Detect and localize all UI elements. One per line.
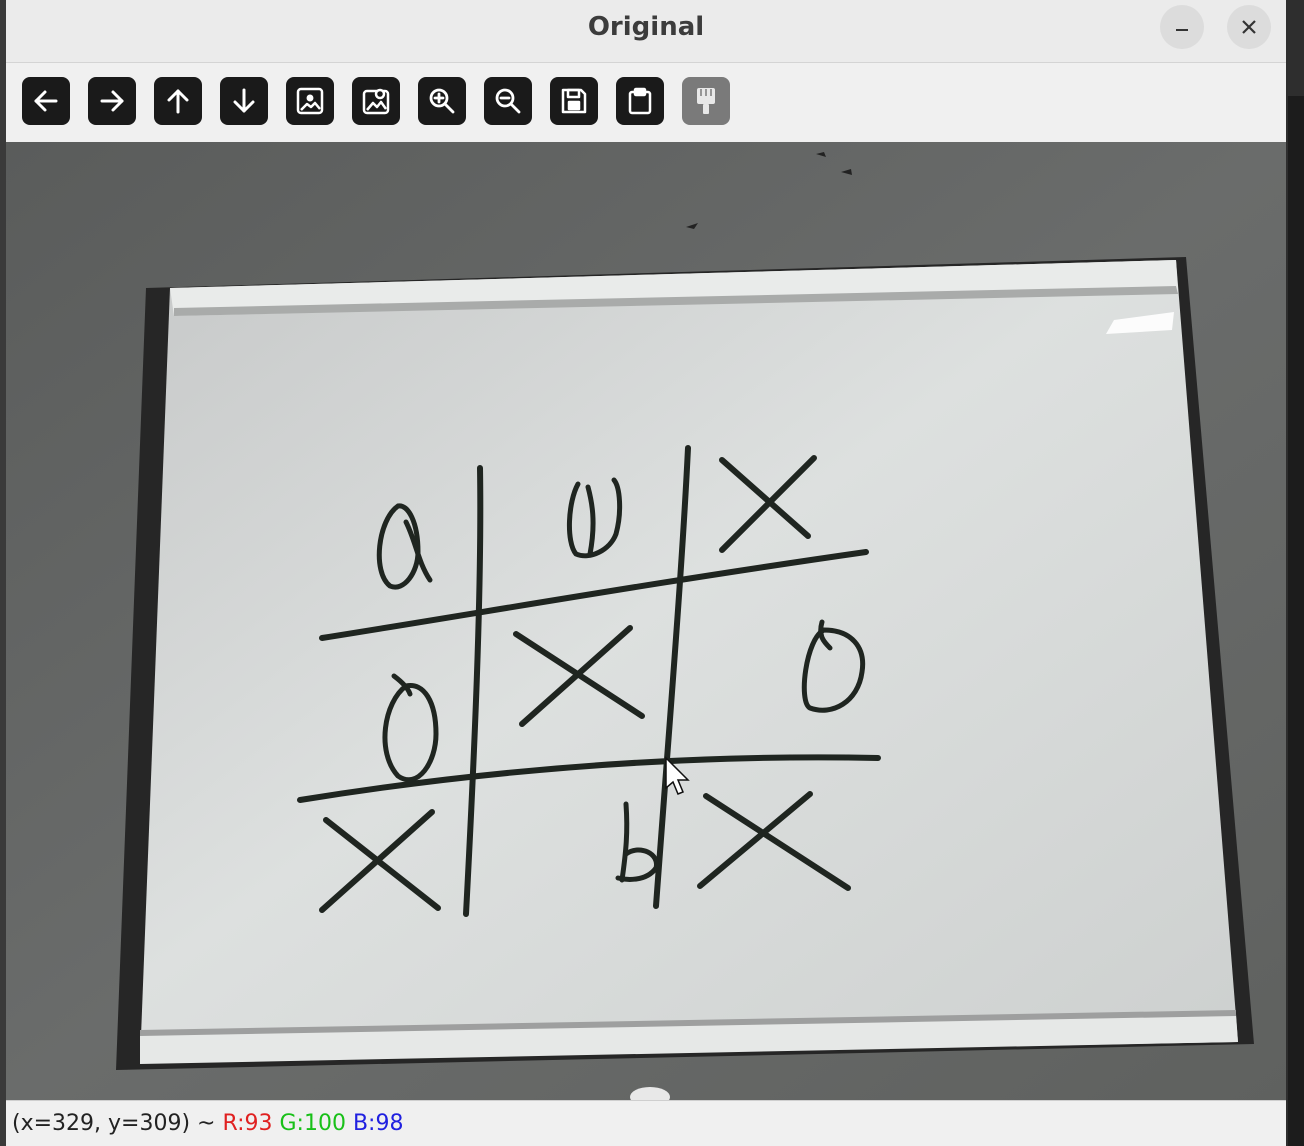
pan-down-button[interactable] [220,77,268,125]
pixel-red-value: R:93 [222,1111,273,1136]
pan-left-button[interactable] [22,77,70,125]
whiteboard-surface [140,260,1238,1062]
image-properties-button[interactable] [352,77,400,125]
arrow-up-icon [167,89,189,114]
status-bar: (x=329, y=309) ~ R:93 G:100 B:98 [6,1100,1286,1146]
minimize-button[interactable] [1160,5,1204,49]
image-canvas[interactable] [6,142,1286,1107]
arrow-left-icon [34,90,58,112]
image-icon [296,87,324,115]
zoom-out-icon [495,88,521,114]
pan-up-button[interactable] [154,77,202,125]
arrow-down-icon [233,88,255,113]
zoom-out-button[interactable] [484,77,532,125]
copy-to-clipboard-button[interactable] [616,77,664,125]
fit-image-button[interactable] [286,77,334,125]
image-window: Original (x=329, y=309) ~ R:93 G:100 B:9… [6,0,1286,1146]
minimize-icon [1176,29,1188,31]
clipboard-icon [628,87,652,115]
desktop-edge-right [1288,96,1304,1146]
save-button[interactable] [550,77,598,125]
zoom-in-button[interactable] [418,77,466,125]
toolbar [6,63,1286,141]
paint-brush-icon [697,88,715,114]
pixel-green-value: G:100 [279,1111,346,1136]
cursor-coordinates: (x=329, y=309) ~ [12,1111,216,1136]
close-button[interactable] [1227,5,1271,49]
zoom-in-icon [429,88,455,114]
save-icon [561,88,587,114]
title-bar[interactable]: Original [6,0,1286,63]
window-title: Original [587,12,705,42]
properties-button[interactable] [682,77,730,125]
arrow-right-icon [100,90,124,112]
whiteboard-photo [6,142,1286,1107]
pixel-blue-value: B:98 [352,1111,404,1136]
close-icon [1242,20,1256,34]
pan-right-button[interactable] [88,77,136,125]
image-properties-icon [362,88,390,115]
